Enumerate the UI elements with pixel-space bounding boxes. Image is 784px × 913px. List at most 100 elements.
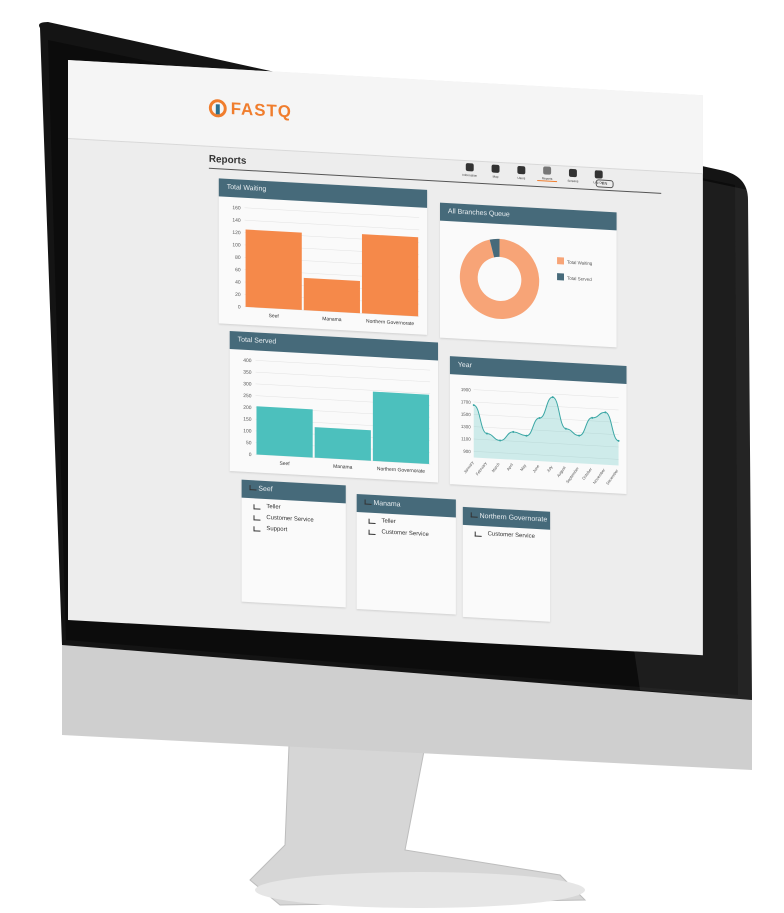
service-list: Teller Customer Service [357,517,456,540]
y-tick-label: 100 [232,242,240,248]
y-tick-label: 1900 [461,387,471,393]
service-label: Support [266,526,288,534]
branch-name: Seef [258,485,273,494]
chart-icon [368,518,376,524]
users-icon [517,165,526,175]
gridline [255,371,431,383]
seef-branch-panel: Seef Teller Customer Service Support [241,479,346,608]
y-tick-label: 0 [249,452,252,458]
area-fill [473,397,619,466]
service-item[interactable]: Teller [368,518,456,529]
nav-label: Users [517,175,526,181]
chart-icon [543,166,552,175]
fastq-logo-icon [208,98,227,118]
x-tick-label: Northern Governorate [377,466,425,475]
x-tick-label: May [519,463,527,472]
bar[interactable] [361,234,419,317]
northern-branch-panel: Northern Governorate Customer Service [462,506,551,622]
branch-name: Northern Governorate [479,512,548,524]
x-tick-label: Northern Governorate [366,319,414,328]
x-tick-label: December [605,468,620,486]
gridline [255,383,431,394]
panel-title: Manama [356,494,456,518]
service-item[interactable]: Customer Service [253,514,346,525]
service-list: Customer Service [463,530,550,541]
chart-icon [249,485,257,491]
y-tick-label: 100 [243,428,251,434]
power-icon [594,170,603,179]
y-tick-label: 140 [232,217,240,223]
bar[interactable] [303,277,360,314]
chart-icon [470,512,478,518]
y-tick-label: 60 [235,267,241,273]
nav-label: Map [492,174,499,179]
service-list: Teller Customer Service Support [242,503,346,537]
x-tick-label: August [556,464,568,478]
x-tick-label: April [505,462,514,471]
y-tick-label: 80 [235,255,241,261]
pie-slice[interactable] [459,237,540,321]
service-item[interactable]: Support [253,525,346,536]
bar[interactable] [256,406,313,458]
language-select[interactable]: EN [595,179,614,189]
nav-label: Screens [567,178,579,184]
chart-icon [474,531,482,537]
y-tick-label: 400 [243,358,251,364]
gridline [255,360,431,371]
year-chart: 90011001300150017001900January February Ma… [461,387,620,486]
x-tick-label: Manama [333,464,352,471]
x-tick-label: January [462,460,474,474]
nav-item-map[interactable]: Map [486,164,506,179]
bar[interactable] [245,229,302,310]
monitor-icon [568,168,577,178]
service-label: Customer Service [381,529,429,539]
brand-logo[interactable]: FASTQ [208,98,292,123]
y-tick-label: 160 [232,205,240,211]
x-tick-label: February [475,461,488,477]
y-tick-label: 0 [238,304,241,310]
service-item[interactable]: Customer Service [368,529,456,540]
x-tick-label: October [581,466,594,481]
x-tick-label: Seef [279,461,290,468]
nav-label: Reports [541,176,553,181]
x-tick-label: Manama [322,316,341,323]
x-tick-label: June [531,463,540,474]
y-tick-label: 350 [243,369,251,375]
y-tick-label: 20 [235,292,241,298]
panel-title: Northern Governorate [462,506,551,530]
bar[interactable] [372,391,430,465]
total-served-chart: 0 50 100 150 200 250 300 350 400 Seef Manama Northe… [243,358,431,475]
nav-item-information[interactable]: Information [460,163,480,178]
x-tick-label: Seef [269,313,280,320]
y-tick-label: 1500 [461,412,471,418]
service-label: Teller [266,504,281,511]
chart-icon [253,514,261,521]
x-tick-label: July [545,464,553,473]
nav-item-users[interactable]: Users [511,165,531,181]
chart-icon [253,503,261,510]
manama-branch-panel: Manama Teller Customer Service [356,494,456,615]
y-tick-label: 50 [246,440,252,446]
chart-icon [368,529,376,535]
all-branches-queue-chart: Total Waiting Total Served [459,237,593,321]
app-screen: FASTQ Reports Information Map Users Reports… [68,60,703,656]
nav-item-screens[interactable]: Screens [563,168,583,183]
y-tick-label: 200 [243,405,251,411]
nav-item-reports[interactable]: Reports [537,166,558,183]
y-tick-label: 300 [243,381,251,387]
gridline [473,389,619,398]
y-tick-label: 900 [463,449,471,454]
service-label: Teller [381,518,396,526]
bar[interactable] [314,427,371,461]
service-item[interactable]: Customer Service [474,531,550,541]
map-icon [491,164,500,173]
x-tick-label: March [491,461,501,473]
data-point[interactable] [472,404,475,407]
x-tick-label: September [565,465,581,484]
gridline [244,219,420,231]
legend-label: Total Waiting [567,260,593,266]
branch-name: Manama [373,499,401,509]
service-item[interactable]: Teller [253,503,346,514]
legend-swatch [557,273,564,281]
y-tick-label: 1700 [461,399,471,405]
